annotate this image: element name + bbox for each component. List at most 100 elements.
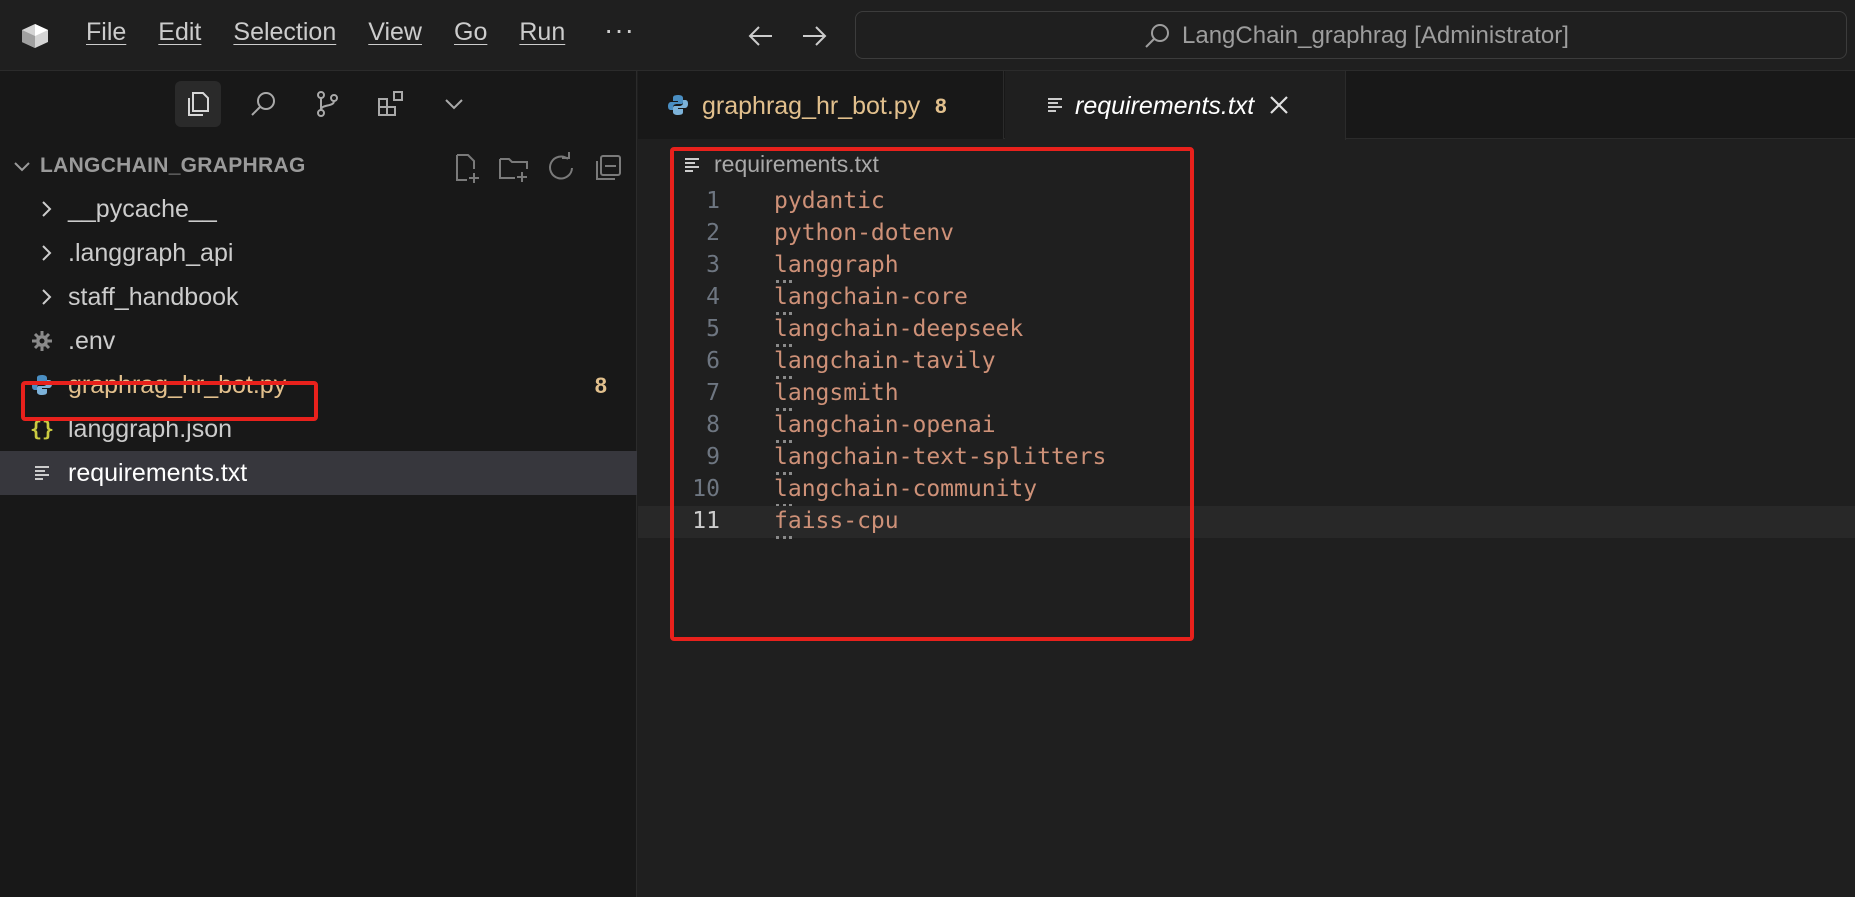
code-line[interactable]: 6 langchain-tavily <box>638 346 1855 379</box>
line-number: 7 <box>706 380 720 406</box>
vscode-logo-icon <box>22 24 48 48</box>
tree-item-requirements[interactable]: requirements.txt <box>0 451 637 495</box>
more-views-button[interactable] <box>431 81 477 127</box>
code-line[interactable]: 2 python-dotenv <box>638 218 1855 250</box>
chevron-right-icon <box>42 289 52 305</box>
tree-item-staff-handbook[interactable]: staff_handbook <box>0 275 637 319</box>
tab-bar: graphrag_hr_bot.py 8 requirements.txt <box>638 71 1855 140</box>
line-number: 3 <box>706 252 720 278</box>
tab-label: requirements.txt <box>1075 92 1255 120</box>
breadcrumb-file: requirements.txt <box>714 151 879 177</box>
code-line[interactable]: 10 langchain-community <box>638 474 1855 507</box>
chevron-down-icon <box>14 162 30 172</box>
tree-item-langgraph-json[interactable]: {} langgraph.json <box>0 407 637 451</box>
menu-go[interactable]: Go <box>454 18 498 47</box>
code-line[interactable]: 3 langgraph <box>638 250 1855 283</box>
activity-bar <box>0 71 637 139</box>
line-number: 10 <box>692 476 720 502</box>
line-text: langchain-community <box>774 476 1038 502</box>
chevron-right-icon <box>42 201 52 217</box>
line-text: faiss-cpu <box>774 508 899 534</box>
tree-item-label: .langgraph_api <box>68 239 234 267</box>
search-view-button[interactable] <box>240 81 286 127</box>
explorer-button[interactable] <box>175 81 221 127</box>
title-bar: File Edit Selection View Go Run ··· Lang… <box>0 0 1855 71</box>
line-number: 6 <box>706 348 720 374</box>
text-file-icon <box>1048 98 1062 112</box>
command-center-text: LangChain_graphrag [Administrator] <box>1182 22 1569 49</box>
code-editor[interactable]: 1 pydantic 2 python-dotenv 3 langgraph 4… <box>638 186 1855 539</box>
refresh-icon[interactable] <box>544 151 578 185</box>
tree-item-label: .env <box>68 327 116 355</box>
menu-view[interactable]: View <box>368 18 433 47</box>
text-file-icon <box>685 158 699 172</box>
search-icon <box>1145 24 1169 48</box>
json-braces-icon: {} <box>29 417 55 441</box>
text-file-icon <box>35 466 49 480</box>
explorer-icon <box>188 92 209 116</box>
file-tree: __pycache__ .langgraph_api staff_handboo… <box>0 187 637 495</box>
line-number: 9 <box>706 444 720 470</box>
new-folder-icon[interactable] <box>497 151 531 185</box>
forward-arrow-icon[interactable] <box>798 20 830 52</box>
line-number: 1 <box>706 188 720 214</box>
line-text: langsmith <box>774 380 899 406</box>
tree-item-env[interactable]: .env <box>0 319 637 363</box>
tree-item-langgraph-api[interactable]: .langgraph_api <box>0 231 637 275</box>
line-number: 4 <box>706 284 720 310</box>
chevron-down-icon <box>445 99 463 110</box>
back-arrow-icon[interactable] <box>745 20 777 52</box>
code-line[interactable]: 4 langchain-core <box>638 282 1855 315</box>
code-line[interactable]: 1 pydantic <box>638 186 1855 218</box>
tree-item-graphrag-hr-bot[interactable]: graphrag_hr_bot.py 8 <box>0 363 637 407</box>
menu-selection[interactable]: Selection <box>233 18 347 47</box>
gear-icon <box>32 331 52 351</box>
menu-run[interactable]: Run <box>519 18 576 47</box>
line-text: langchain-deepseek <box>774 316 1024 342</box>
source-control-button[interactable] <box>304 81 350 127</box>
tab-graphrag-hr-bot[interactable]: graphrag_hr_bot.py 8 <box>638 71 1004 139</box>
line-text: langchain-tavily <box>774 348 996 374</box>
source-control-icon <box>317 91 338 117</box>
line-text: langchain-core <box>774 284 968 310</box>
code-line[interactable]: 5 langchain-deepseek <box>638 314 1855 347</box>
collapse-all-icon[interactable] <box>591 151 625 185</box>
search-icon <box>251 92 275 116</box>
tab-problem-count: 8 <box>935 95 947 118</box>
line-number: 2 <box>706 220 720 246</box>
line-number: 8 <box>706 412 720 438</box>
line-text: langchain-text-splitters <box>774 444 1107 470</box>
tree-item-pycache[interactable]: __pycache__ <box>0 187 637 231</box>
code-line[interactable]: 7 langsmith <box>638 378 1855 411</box>
extensions-button[interactable] <box>368 81 414 127</box>
python-icon <box>668 95 688 115</box>
problem-count-badge: 8 <box>594 373 607 398</box>
line-text: langgraph <box>774 252 899 278</box>
menu-file[interactable]: File <box>86 18 137 47</box>
menu-edit[interactable]: Edit <box>158 18 212 47</box>
explorer-title: LANGCHAIN_GRAPHRAG <box>40 154 306 177</box>
line-text: langchain-openai <box>774 412 996 438</box>
tab-requirements[interactable]: requirements.txt <box>1005 71 1346 140</box>
tab-label: graphrag_hr_bot.py <box>702 92 921 120</box>
sidebar: LANGCHAIN_GRAPHRAG __pycache__ .langgrap… <box>0 71 637 897</box>
menu-more-button[interactable]: ··· <box>604 14 635 46</box>
line-text: pydantic <box>774 188 885 214</box>
close-icon[interactable] <box>1267 93 1291 117</box>
line-number: 5 <box>706 316 720 342</box>
new-file-icon[interactable] <box>450 151 484 185</box>
chevron-right-icon <box>42 245 52 261</box>
code-line[interactable]: 9 langchain-text-splitters <box>638 442 1855 475</box>
tree-item-label: langgraph.json <box>68 415 233 443</box>
code-line-current[interactable]: 11 faiss-cpu <box>638 506 1855 539</box>
line-number: 11 <box>692 508 720 534</box>
python-icon <box>32 375 52 395</box>
tree-item-label: __pycache__ <box>68 195 217 223</box>
command-center-search[interactable]: LangChain_graphrag [Administrator] <box>855 11 1847 59</box>
extensions-icon <box>378 91 403 116</box>
menu-bar: File Edit Selection View Go Run <box>86 18 597 47</box>
code-line[interactable]: 8 langchain-openai <box>638 410 1855 443</box>
lint-squiggle <box>776 536 792 539</box>
explorer-header[interactable]: LANGCHAIN_GRAPHRAG <box>0 147 637 187</box>
tree-item-label: requirements.txt <box>68 459 248 487</box>
